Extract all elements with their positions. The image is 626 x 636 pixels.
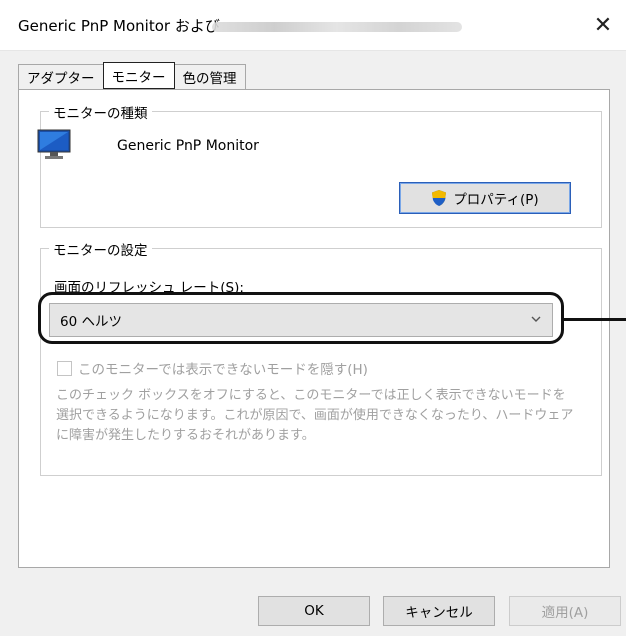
highlight-callout [38, 292, 564, 344]
hide-modes-description: このチェック ボックスをオフにすると、このモニターでは正しく表示できないモードを… [56, 388, 574, 443]
monitor-icon [37, 129, 71, 159]
hide-modes-checkbox[interactable] [57, 360, 72, 376]
tab-strip: アダプター モニター 色の管理 [18, 62, 246, 90]
close-icon: ✕ [593, 12, 613, 38]
apply-button[interactable]: 適用(A) [509, 596, 621, 626]
monitor-properties-dialog: Generic PnP Monitor および ✕ アダプター モニター 色の管… [0, 0, 626, 636]
properties-button[interactable]: プロパティ(P) [399, 182, 571, 214]
monitor-type-group-title: モニターの種類 [49, 102, 152, 122]
monitor-settings-group-title: モニターの設定 [49, 239, 152, 259]
redacted-title-text [212, 22, 462, 32]
properties-button-label: プロパティ(P) [453, 192, 539, 208]
uac-shield-icon [432, 190, 447, 206]
window-title: Generic PnP Monitor および [18, 17, 220, 35]
cancel-button[interactable]: キャンセル [383, 596, 495, 626]
tab-adapter[interactable]: アダプター [18, 64, 104, 89]
close-button[interactable]: ✕ [580, 0, 626, 50]
hide-modes-label: このモニターでは表示できないモードを隠す(H) [78, 362, 368, 378]
tab-color-management[interactable]: 色の管理 [173, 64, 246, 89]
callout-leader-line [564, 318, 626, 321]
monitor-name: Generic PnP Monitor [117, 138, 259, 154]
ok-button[interactable]: OK [258, 596, 370, 626]
title-bar: Generic PnP Monitor および ✕ [0, 0, 626, 51]
tab-monitor[interactable]: モニター [102, 62, 175, 89]
hide-modes-checkbox-row: このモニターでは表示できないモードを隠す(H) [57, 358, 368, 378]
